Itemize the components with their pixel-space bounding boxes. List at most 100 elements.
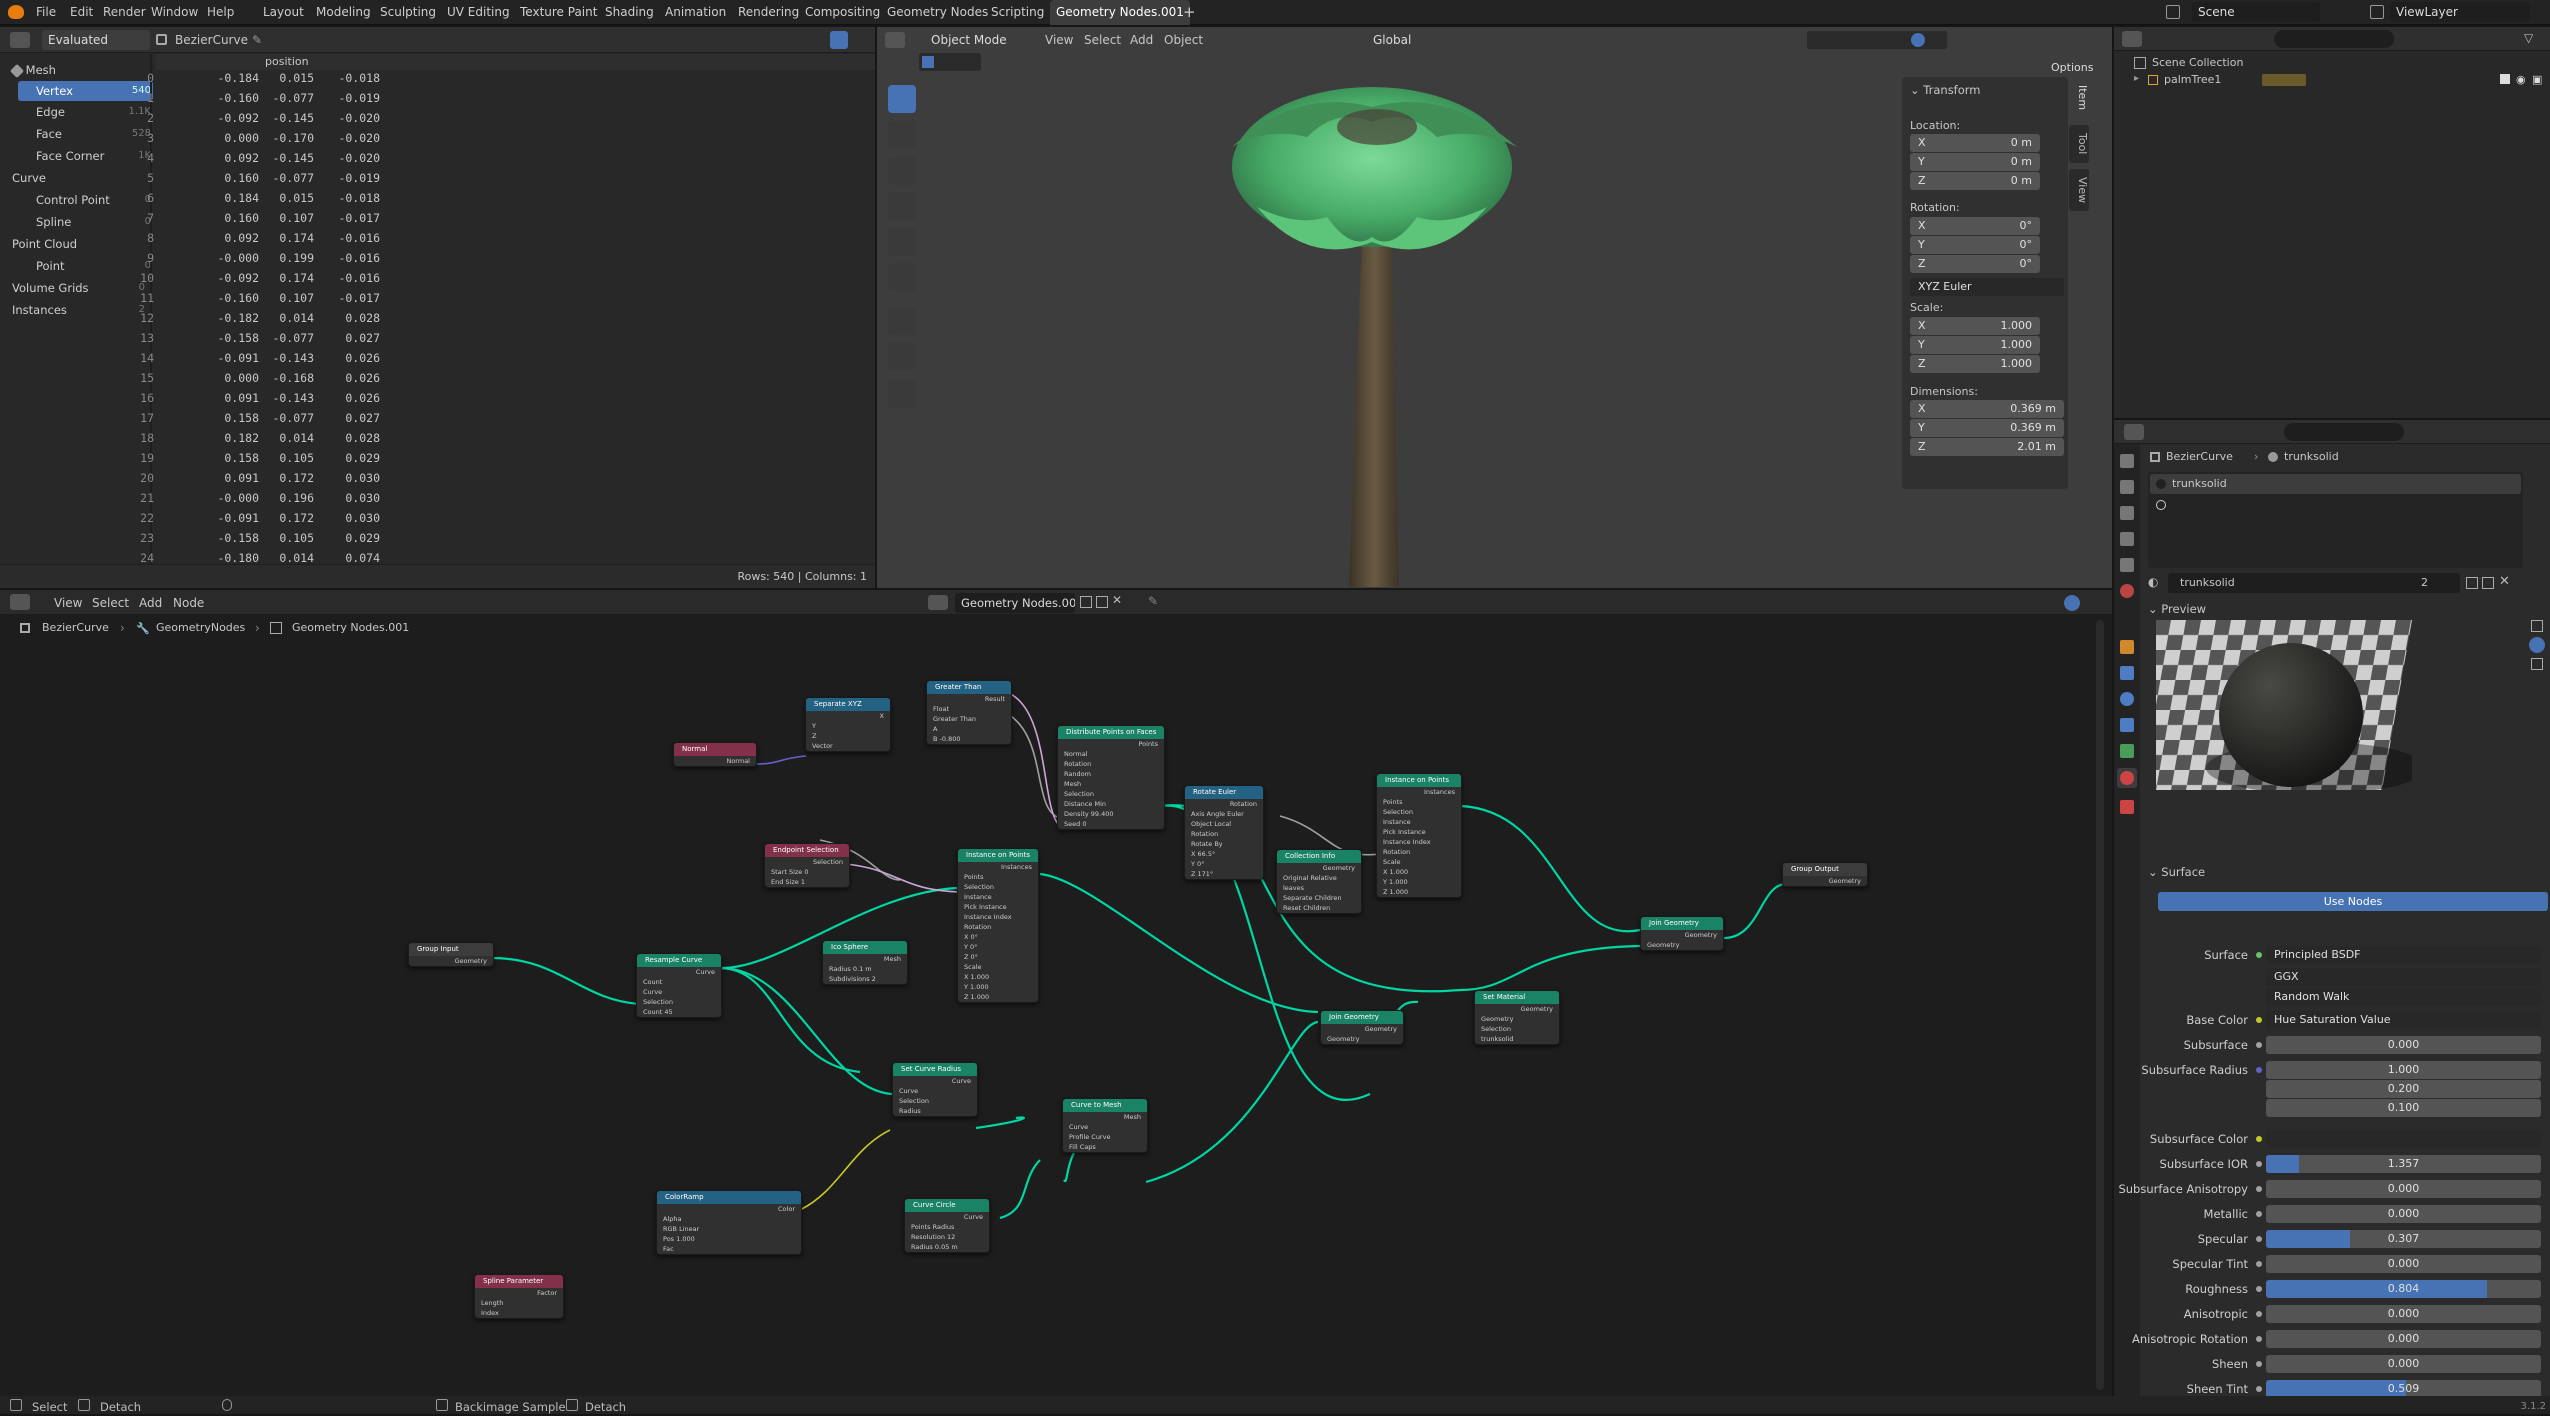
property-value-field[interactable]: 0.000 bbox=[2266, 1330, 2541, 1348]
node-header[interactable]: Endpoint Selection bbox=[765, 844, 849, 857]
node-socket-row[interactable]: Fac bbox=[657, 1244, 801, 1254]
tab-view[interactable]: View bbox=[2069, 169, 2089, 211]
node-header[interactable]: Set Material bbox=[1475, 991, 1559, 1004]
node-group-input[interactable]: Group Input Geometry bbox=[408, 942, 494, 967]
node-socket-row[interactable]: Z 1.000 bbox=[1377, 887, 1461, 897]
measure-tool-icon[interactable] bbox=[888, 342, 916, 370]
socket-icon[interactable] bbox=[2256, 952, 2262, 958]
node-socket-row[interactable]: X 0° bbox=[958, 932, 1038, 942]
add-workspace-icon[interactable]: + bbox=[1177, 0, 1202, 25]
node-socket-row[interactable]: X 1.000 bbox=[958, 972, 1038, 982]
node-socket-row[interactable]: Radius bbox=[893, 1106, 977, 1116]
node-separate-xyz[interactable]: Separate XYZ X Y Z Vector bbox=[805, 697, 891, 752]
node-header[interactable]: Set Curve Radius bbox=[893, 1063, 977, 1076]
property-value-field[interactable]: Hue Saturation Value bbox=[2266, 1011, 2541, 1029]
node-socket-row[interactable]: B -0.800 bbox=[927, 734, 1011, 744]
column-header-position[interactable]: position bbox=[265, 55, 309, 68]
node-instance-on-points[interactable]: Instance on Points Instances Points Selecti… bbox=[957, 848, 1039, 1003]
rotation-mode-dropdown[interactable]: XYZ Euler bbox=[1910, 278, 2064, 296]
tab-texture-paint[interactable]: Texture Paint bbox=[514, 0, 603, 25]
node-header[interactable]: Curve Circle bbox=[905, 1199, 989, 1212]
node-colorramp[interactable]: ColorRamp Color Alpha RGB Linear Pos 1.000 Fa… bbox=[656, 1190, 802, 1255]
scene-icon[interactable] bbox=[2166, 5, 2180, 19]
tab-modeling[interactable]: Modeling bbox=[310, 0, 377, 25]
node-resample-curve[interactable]: Resample Curve Curve Count Curve Selection Co… bbox=[636, 953, 722, 1018]
blender-logo-icon[interactable] bbox=[8, 5, 24, 19]
socket-icon[interactable] bbox=[2256, 1067, 2262, 1073]
node-socket-row[interactable]: Instance Index bbox=[958, 912, 1038, 922]
node-header[interactable]: Ico Sphere bbox=[823, 941, 907, 954]
select-new-icon[interactable] bbox=[922, 56, 934, 68]
node-socket-row[interactable]: Instance bbox=[1377, 817, 1461, 827]
node-socket-row[interactable]: Resolution 12 bbox=[905, 1232, 989, 1242]
annotate-tool-icon[interactable] bbox=[888, 307, 916, 335]
node-socket-row[interactable]: Y 1.000 bbox=[1377, 877, 1461, 887]
node-socket-row[interactable]: Reset Children bbox=[1277, 903, 1361, 913]
node-socket-row[interactable]: X 1.000 bbox=[1377, 867, 1461, 877]
dimension-z-field[interactable]: Z 2.01 m bbox=[1910, 438, 2064, 456]
node-socket-row[interactable]: Z 0° bbox=[958, 952, 1038, 962]
location-y-field[interactable]: Y 0 m bbox=[1910, 153, 2040, 171]
node-socket-row[interactable]: Radius 0.05 m bbox=[905, 1242, 989, 1252]
evaluation-mode-dropdown[interactable]: Evaluated bbox=[42, 30, 150, 50]
node-socket-row[interactable]: Selection bbox=[765, 857, 849, 867]
tab-geometry-nodes[interactable]: Geometry Nodes bbox=[881, 0, 994, 25]
node-socket-row[interactable]: Rotation bbox=[1185, 799, 1263, 809]
node-socket-row[interactable]: Selection bbox=[893, 1096, 977, 1106]
node-header[interactable]: Greater Than bbox=[927, 681, 1011, 694]
node-socket-row[interactable]: Count 45 bbox=[637, 1007, 721, 1017]
node-socket-row[interactable]: Geometry bbox=[1641, 940, 1723, 950]
node-socket-row[interactable]: Length bbox=[475, 1298, 563, 1308]
node-curve-circle[interactable]: Curve Circle Curve Points Radius Resolution… bbox=[904, 1198, 990, 1253]
node-socket-row[interactable]: Density 99.400 bbox=[1058, 809, 1164, 819]
rotation-y-field[interactable]: Y 0° bbox=[1910, 236, 2040, 254]
menu-add[interactable]: Add bbox=[1130, 33, 1153, 47]
node-socket-row[interactable]: Curve bbox=[893, 1076, 977, 1086]
tab-shading[interactable]: Shading bbox=[599, 0, 660, 25]
expand-arrow-icon[interactable]: ▸ bbox=[2134, 73, 2139, 84]
property-value-field[interactable]: 0.200 bbox=[2266, 1080, 2541, 1098]
tab-uv-editing[interactable]: UV Editing bbox=[441, 0, 516, 25]
scale-x-field[interactable]: X 1.000 bbox=[1910, 317, 2040, 335]
node-socket-row[interactable]: Y 0° bbox=[1185, 859, 1263, 869]
dimension-y-field[interactable]: Y 0.369 m bbox=[1910, 419, 2064, 437]
scene-selector[interactable]: Scene bbox=[2192, 2, 2320, 22]
node-socket-row[interactable]: Curve bbox=[637, 967, 721, 977]
view-layer-icon[interactable] bbox=[2370, 5, 2384, 19]
vertical-scrollbar[interactable] bbox=[2096, 620, 2104, 1390]
node-editor[interactable]: View Select Add Node Geometry Nodes.001 … bbox=[0, 590, 2112, 1396]
node-socket-row[interactable]: Selection bbox=[1058, 789, 1164, 799]
node-header[interactable]: Normal bbox=[674, 743, 756, 756]
tab-rendering[interactable]: Rendering bbox=[732, 0, 805, 25]
outliner-object-palmtree[interactable]: palmTree1 bbox=[2164, 73, 2221, 86]
checkbox-icon[interactable] bbox=[2500, 74, 2510, 84]
node-socket-row[interactable]: Result bbox=[927, 694, 1011, 704]
options-dropdown[interactable]: Options bbox=[2045, 59, 2103, 77]
node-socket-row[interactable]: Pos 1.000 bbox=[657, 1234, 801, 1244]
location-x-field[interactable]: X 0 m bbox=[1910, 134, 2040, 152]
node-socket-row[interactable]: Mesh bbox=[1058, 779, 1164, 789]
property-value-field[interactable]: 1.000 bbox=[2266, 1061, 2541, 1079]
node-socket-row[interactable]: Vector bbox=[806, 741, 890, 751]
node-socket-row[interactable]: Curve bbox=[893, 1086, 977, 1096]
object-mode-dropdown[interactable]: Object Mode bbox=[925, 30, 1030, 50]
node-header[interactable]: Group Output bbox=[1783, 863, 1867, 876]
node-socket-row[interactable]: Z 171° bbox=[1185, 869, 1263, 879]
property-value-field[interactable]: 0.100 bbox=[2266, 1099, 2541, 1117]
node-socket-row[interactable]: Curve bbox=[637, 987, 721, 997]
node-socket-row[interactable]: Factor bbox=[475, 1288, 563, 1298]
node-socket-row[interactable]: Fill Caps bbox=[1063, 1142, 1147, 1152]
node-socket-row[interactable]: X bbox=[806, 711, 890, 721]
eye-icon[interactable]: ◉ bbox=[2516, 73, 2526, 86]
node-socket-row[interactable]: X 66.5° bbox=[1185, 849, 1263, 859]
move-tool-icon[interactable] bbox=[888, 157, 916, 185]
material-preview-icon[interactable] bbox=[1911, 33, 1925, 47]
node-socket-row[interactable]: Random bbox=[1058, 769, 1164, 779]
node-socket-row[interactable]: Alpha bbox=[657, 1214, 801, 1224]
node-socket-row[interactable]: Object Local bbox=[1185, 819, 1263, 829]
node-set-curve-radius[interactable]: Set Curve Radius Curve Curve Selection Radiu… bbox=[892, 1062, 978, 1117]
menu-view[interactable]: View bbox=[1045, 33, 1073, 47]
node-socket-row[interactable]: Y 0° bbox=[958, 942, 1038, 952]
node-socket-row[interactable]: Geometry bbox=[1641, 930, 1723, 940]
node-socket-row[interactable]: Count bbox=[637, 977, 721, 987]
